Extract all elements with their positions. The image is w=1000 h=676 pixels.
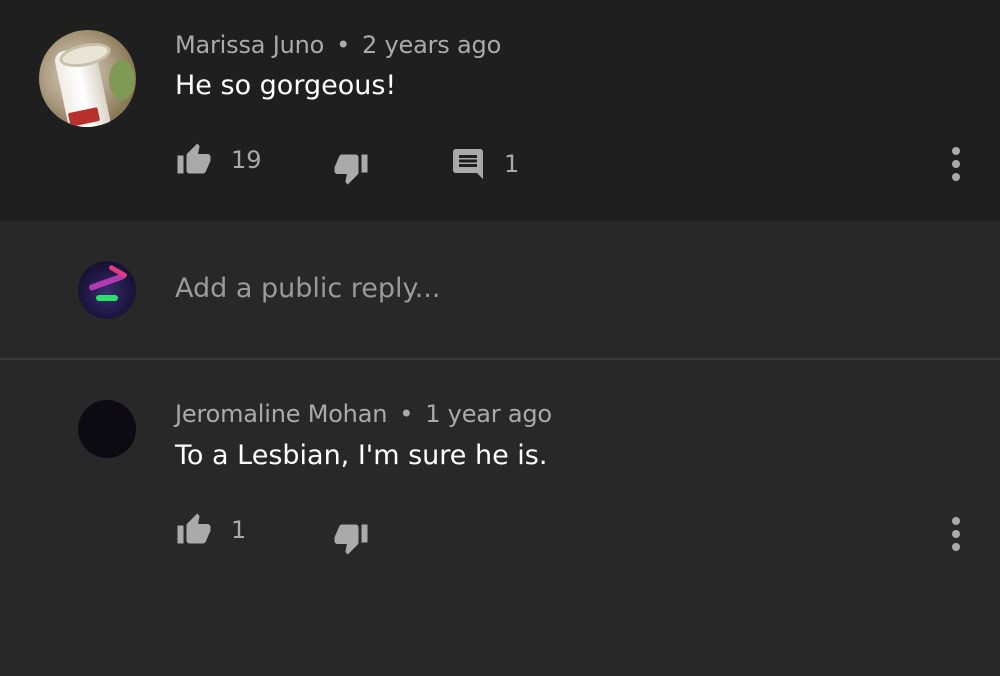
separator-dot: • bbox=[399, 400, 414, 428]
reply-text: To a Lesbian, I'm sure he is. bbox=[175, 440, 548, 471]
add-reply-input[interactable]: Add a public reply... bbox=[175, 273, 440, 304]
avatar-streak-shape bbox=[96, 295, 118, 301]
separator-dot: • bbox=[336, 31, 351, 59]
dislike-button[interactable] bbox=[332, 520, 370, 556]
like-button[interactable]: 1 bbox=[175, 512, 246, 548]
reply-button[interactable]: 1 bbox=[450, 146, 519, 182]
comment-thread-top: Marissa Juno • 2 years ago He so gorgeous!… bbox=[0, 0, 1000, 221]
thumbs-down-icon bbox=[334, 524, 368, 555]
more-options-button[interactable] bbox=[951, 146, 961, 186]
more-vertical-icon bbox=[952, 517, 960, 551]
like-count: 19 bbox=[231, 146, 262, 174]
reply-time[interactable]: 1 year ago bbox=[425, 400, 552, 428]
comment-meta: Marissa Juno • 2 years ago bbox=[175, 31, 501, 59]
comment-author[interactable]: Marissa Juno bbox=[175, 31, 324, 59]
like-count: 1 bbox=[231, 516, 247, 544]
add-reply-row: Add a public reply... bbox=[0, 221, 1000, 358]
dislike-button[interactable] bbox=[332, 150, 370, 186]
reply-meta: Jeromaline Mohan • 1 year ago bbox=[175, 400, 552, 428]
like-button[interactable]: 19 bbox=[175, 142, 262, 178]
thumbs-up-icon bbox=[177, 513, 211, 544]
reply-author[interactable]: Jeromaline Mohan bbox=[175, 400, 387, 428]
more-options-button[interactable] bbox=[951, 516, 961, 556]
thumbs-down-icon bbox=[334, 154, 368, 185]
avatar[interactable] bbox=[78, 400, 136, 458]
reply-count: 1 bbox=[504, 150, 520, 178]
current-user-avatar bbox=[78, 261, 136, 319]
avatar[interactable] bbox=[39, 30, 136, 127]
thumbs-up-icon bbox=[177, 143, 211, 174]
avatar-leaf-shape bbox=[109, 60, 135, 100]
divider bbox=[0, 358, 1000, 360]
reply-icon bbox=[453, 149, 483, 179]
more-vertical-icon bbox=[952, 147, 960, 181]
comment-text: He so gorgeous! bbox=[175, 70, 397, 101]
comment-time[interactable]: 2 years ago bbox=[362, 31, 501, 59]
